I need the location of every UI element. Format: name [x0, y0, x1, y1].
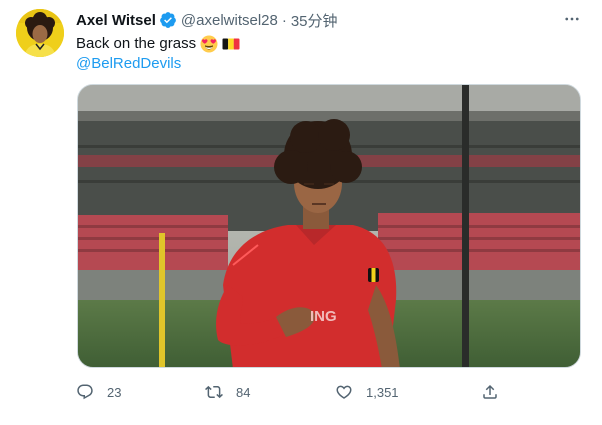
verified-badge-icon: [159, 11, 177, 29]
retweet-count: 84: [236, 384, 251, 400]
like-count: 1,351: [366, 384, 399, 400]
user-handle[interactable]: @axelwitsel28: [181, 12, 278, 29]
tweet: Axel Witsel @axelwitsel28 · 35分钟 Back on…: [0, 0, 602, 425]
belgium-flag-emoji-icon: [222, 35, 240, 53]
reply-count: 23: [107, 384, 122, 400]
tweet-body: Back on the grass @BelRedDevils: [76, 34, 240, 74]
share-button[interactable]: [481, 381, 499, 403]
tweet-header: Axel Witsel @axelwitsel28 · 35分钟: [76, 10, 338, 30]
tweet-photo[interactable]: ING: [77, 84, 581, 368]
timestamp[interactable]: 35分钟: [291, 10, 338, 31]
retweet-button[interactable]: 84: [205, 381, 250, 403]
display-name[interactable]: Axel Witsel: [76, 12, 156, 29]
avatar[interactable]: [16, 9, 64, 57]
share-icon: [483, 384, 497, 399]
jersey-sponsor-text: ING: [310, 308, 337, 325]
heart-eyes-emoji-icon: [200, 35, 218, 53]
more-options-icon[interactable]: [559, 8, 585, 30]
like-button[interactable]: 1,351: [335, 381, 399, 403]
tweet-actions: 23 84 1,351: [76, 381, 506, 403]
mention-link[interactable]: @BelRedDevils: [76, 54, 181, 74]
reply-button[interactable]: 23: [76, 381, 121, 403]
tweet-text: Back on the grass: [76, 35, 197, 52]
heart-icon: [336, 385, 352, 399]
reply-icon: [77, 384, 93, 400]
separator-dot: ·: [281, 11, 287, 29]
retweet-icon: [205, 385, 223, 399]
